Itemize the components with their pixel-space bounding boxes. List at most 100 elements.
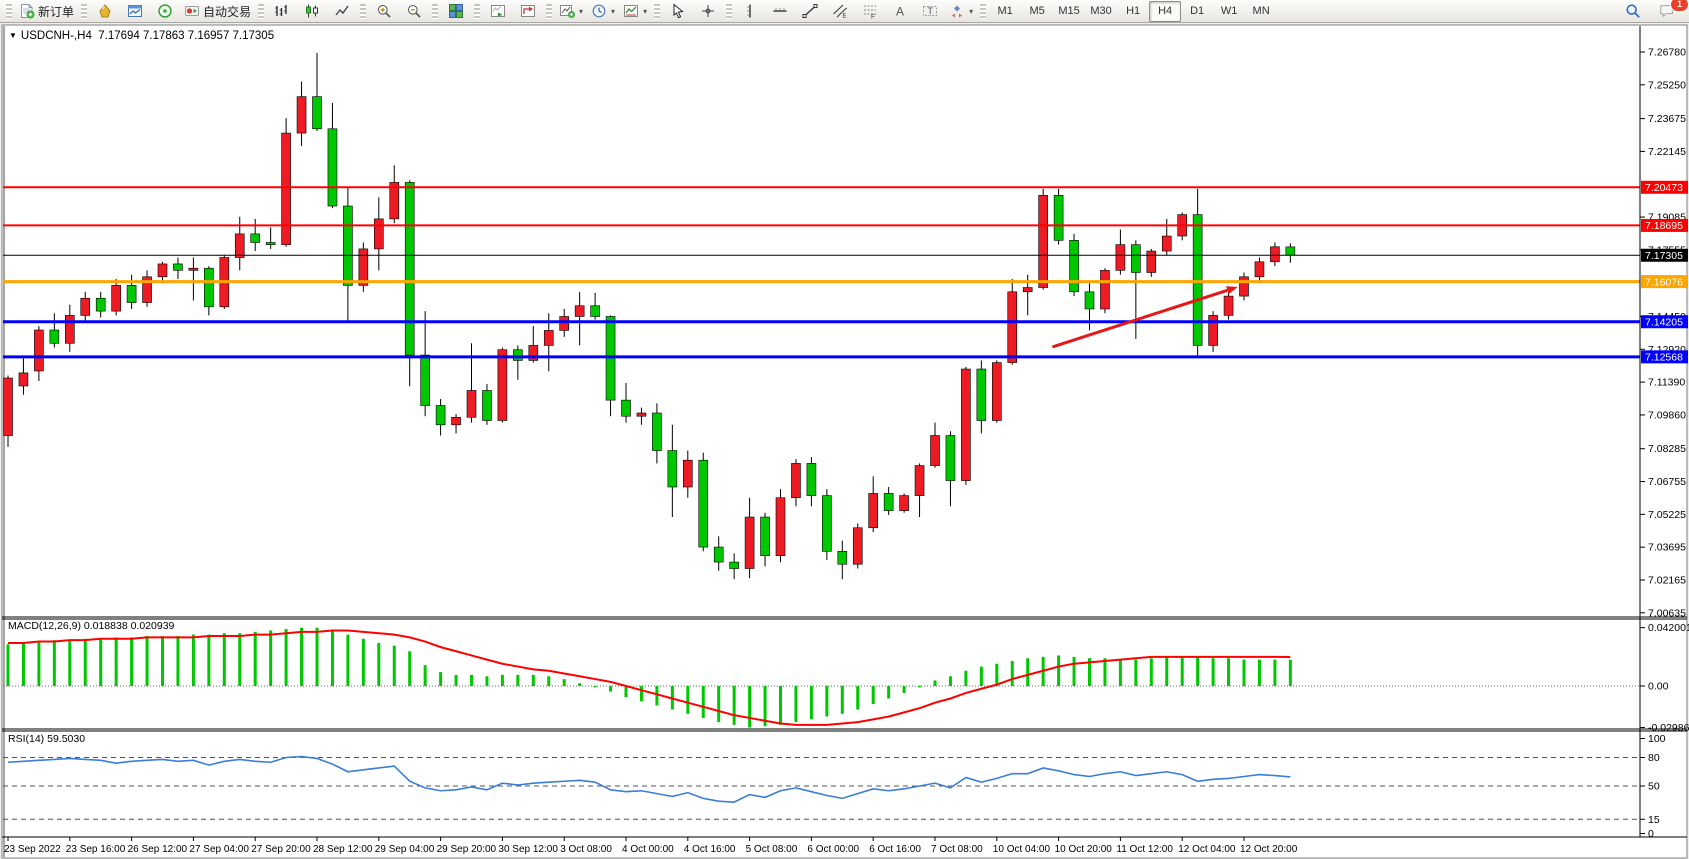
cursor-icon [670,3,686,19]
new-chart-dropdown[interactable]: ▾ [555,1,587,22]
candle-body [436,405,445,424]
candle-body [374,219,383,249]
zoom-in-button[interactable] [369,1,399,22]
shapes-icon [949,3,965,19]
candle-body [1070,240,1079,291]
price-tick-label: 7.03695 [1648,542,1686,554]
auto-scroll-button[interactable] [483,1,513,22]
candle-body [251,234,260,243]
bar-chart-button[interactable] [267,1,297,22]
new-order-button[interactable]: 新订单 [15,1,78,22]
candle-body [405,182,414,355]
chart-canvas[interactable]: 7.267807.252507.236757.221457.190857.175… [0,0,1689,859]
timeframe-m5-button[interactable]: M5 [1021,1,1053,22]
price-tick-label: 7.08285 [1648,443,1686,455]
time-tick-label: 6 Oct 00:00 [807,844,859,855]
timeframe-d1-button[interactable]: D1 [1181,1,1213,22]
candle-body [931,436,940,466]
shift-icon [520,3,536,19]
macd-name: MACD(12,26,9) [8,620,81,632]
zoom-out-button[interactable] [399,1,429,22]
mt4-window: 新订单自动交易▾▾▾EFAT▾M1M5M15M30H1H4D1W1MN1 7.2… [0,0,1689,859]
candle-body [235,234,244,258]
candle-body [1008,292,1017,363]
autotrading-button[interactable]: 自动交易 [180,1,255,22]
horizontal-line-button[interactable] [765,1,795,22]
trendline-button[interactable] [795,1,825,22]
candle-body [977,369,986,420]
time-tick-label: 4 Oct 00:00 [622,844,674,855]
candle-body [1147,251,1156,272]
candle-body [4,378,13,435]
macd-signal-value: 0.020939 [131,620,175,632]
timeframe-m1-button[interactable]: M1 [989,1,1021,22]
candle-body [1255,262,1264,277]
toolbar-group-grip [546,4,552,19]
periods-dropdown[interactable]: ▾ [587,1,619,22]
tile-windows-button[interactable] [441,1,471,22]
line-chart-button[interactable] [327,1,357,22]
ohlc-values: 7.17694 7.17863 7.16957 7.17305 [98,30,274,42]
candle-body [1193,215,1202,346]
textA-icon: A [892,3,908,19]
bars-icon [274,3,290,19]
shapes-dropdown[interactable]: ▾ [945,1,977,22]
rsi-indicator-label: RSI(14) 59.5030 [8,733,85,745]
candle-body [776,498,785,556]
label-button[interactable]: T [915,1,945,22]
search-button[interactable] [1618,1,1648,22]
candle-body [761,517,770,556]
candle-body [421,355,430,405]
price-tick-label: 7.22145 [1648,146,1686,158]
channel-button[interactable]: E [825,1,855,22]
candle-body [730,562,739,568]
candle-body [822,496,831,552]
magnifier-icon [1625,3,1641,19]
price-tick-label: 7.11390 [1648,377,1685,389]
candlestick-chart-button[interactable] [297,1,327,22]
cursor-button[interactable] [663,1,693,22]
time-tick-label: 12 Oct 04:00 [1178,844,1236,855]
text-button[interactable]: A [885,1,915,22]
metaeditor-button[interactable] [90,1,120,22]
toolbar-group-grip [474,4,480,19]
candle-body [1131,245,1140,273]
collapse-triangle-icon[interactable]: ▼ [9,31,17,40]
candle-body [158,264,167,277]
timeframe-m30-button[interactable]: M30 [1085,1,1117,22]
timeframe-mn-button[interactable]: MN [1245,1,1277,22]
price-tick-label: 7.06755 [1648,476,1686,488]
fibonacci-button[interactable]: F [855,1,885,22]
chart-shift-button[interactable] [513,1,543,22]
data-window-button[interactable] [120,1,150,22]
timeframe-h4-button[interactable]: H4 [1149,1,1181,22]
candle-body [683,460,692,487]
vertical-line-button[interactable] [735,1,765,22]
timeframe-w1-button[interactable]: W1 [1213,1,1245,22]
price-tick-label: 7.00635 [1648,607,1686,619]
candle-body [1209,315,1218,345]
time-tick-label: 29 Sep 04:00 [375,844,435,855]
candle-body [359,249,368,285]
labelT-icon: T [922,3,938,19]
time-tick-label: 30 Sep 12:00 [498,844,558,855]
candle-body [65,315,74,343]
navigator-button[interactable] [150,1,180,22]
price-tick-label: 7.02165 [1648,574,1686,586]
bluewin-icon [127,3,143,19]
candle-body [992,363,1001,421]
timeframe-m15-button[interactable]: M15 [1053,1,1085,22]
price-level-badge-text: 7.18695 [1645,220,1683,232]
crosshair-button[interactable] [693,1,723,22]
templates-dropdown[interactable]: ▾ [619,1,651,22]
candle-body [714,547,723,562]
timeframe-h1-button[interactable]: H1 [1117,1,1149,22]
rsi-tick-label: 15 [1648,814,1660,826]
price-tick-label: 7.23675 [1648,113,1686,125]
time-tick-label: 12 Oct 20:00 [1240,844,1298,855]
toolbar-group-grip [81,4,87,19]
macd-tick-label: 0.00 [1648,681,1669,693]
candle-body [498,350,507,421]
candle-body [946,436,955,481]
gold-icon [97,3,113,19]
